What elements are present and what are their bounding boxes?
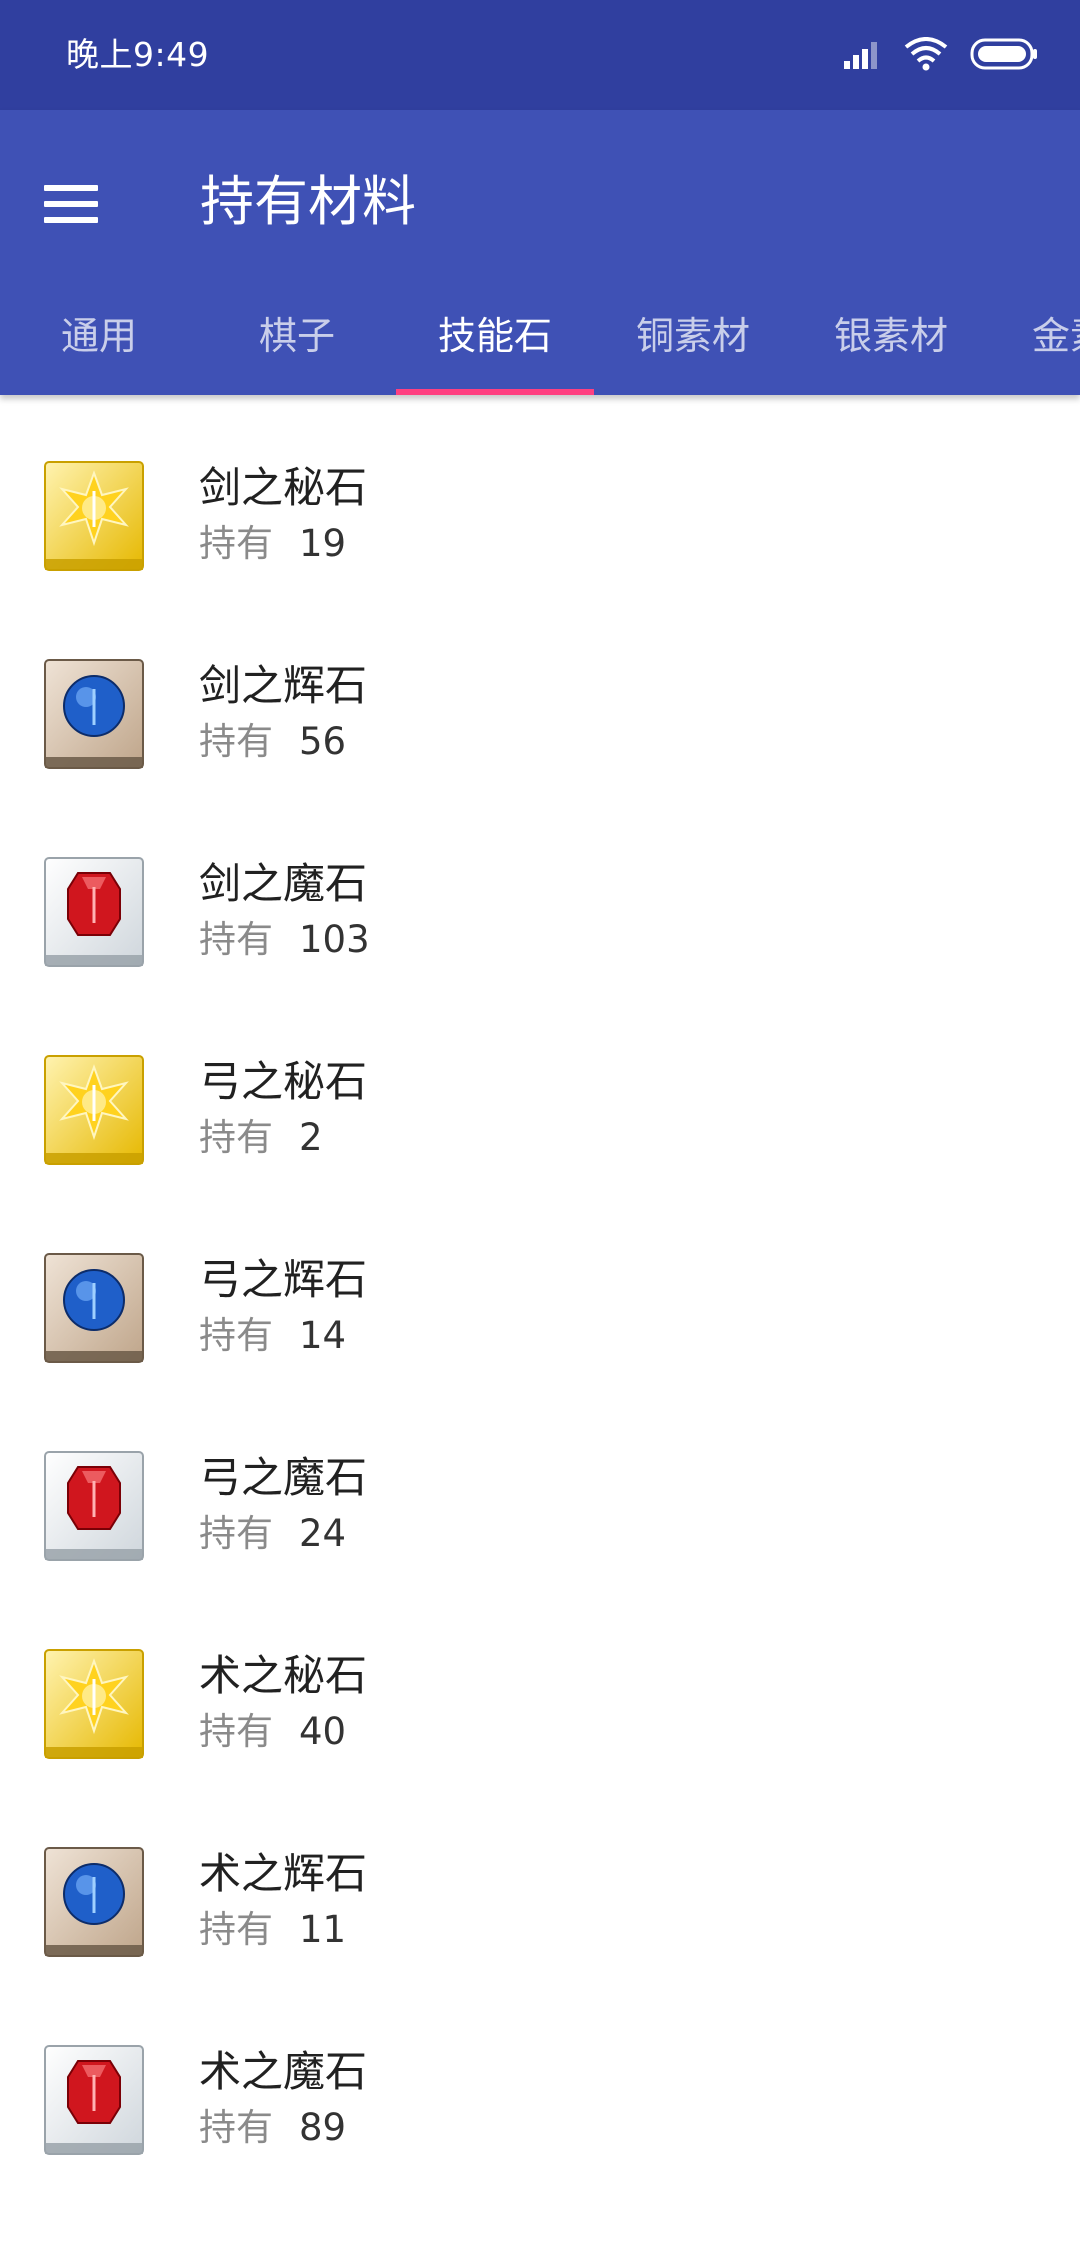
item-name: 术之魔石	[199, 2047, 368, 2096]
item-quantity: 持有 24	[199, 1509, 346, 1559]
list-item[interactable]: 剑之魔石持有 103	[0, 791, 1080, 989]
quantity-label: 持有	[199, 720, 273, 763]
item-name: 剑之魔石	[199, 859, 368, 908]
red-sword-gem-icon	[44, 857, 144, 967]
app-bar: 持有材料 通用 棋子 技能石 铜素材 银素材 金素材	[0, 110, 1080, 395]
quantity-value: 11	[299, 1908, 347, 1951]
item-name: 术之秘石	[199, 1651, 368, 1700]
list-item[interactable]: 弓之魔石持有 24	[0, 1385, 1080, 1583]
item-name: 剑之秘石	[199, 463, 368, 512]
quantity-label: 持有	[199, 1314, 273, 1357]
list-item[interactable]: 剑之秘石持有 19	[0, 395, 1080, 593]
quantity-label: 持有	[199, 1512, 273, 1555]
gold-sword-gem-icon	[44, 461, 144, 571]
list-item[interactable]: 术之秘石持有 40	[0, 1583, 1080, 1781]
quantity-label: 持有	[199, 1908, 273, 1951]
list-item[interactable]: 弓之辉石持有 14	[0, 1187, 1080, 1385]
tab-skill-stones[interactable]: 技能石	[396, 280, 594, 395]
status-icons	[822, 36, 1038, 76]
tab-gold-materials[interactable]: 金素材	[990, 280, 1080, 395]
item-quantity: 持有 89	[199, 2103, 346, 2153]
quantity-value: 56	[299, 720, 347, 763]
tab-general[interactable]: 通用	[0, 280, 198, 395]
tab-bronze-materials[interactable]: 铜素材	[594, 280, 792, 395]
blue-staff-gem-icon	[44, 1847, 144, 1957]
quantity-value: 14	[299, 1314, 347, 1357]
blue-bow-gem-icon	[44, 1253, 144, 1363]
item-name: 弓之辉石	[199, 1255, 368, 1304]
page-title: 持有材料	[200, 170, 416, 233]
quantity-label: 持有	[199, 918, 273, 961]
item-quantity: 持有 19	[199, 519, 346, 569]
status-bar: 晚上9:49	[0, 0, 1080, 110]
material-list: 剑之秘石 持有 19 剑之辉石 持有 56 剑之魔石 持有 103 弓之秘石 持有 2 弓之辉石 持有 14…	[0, 395, 1080, 2177]
gold-bow-gem-icon	[44, 1055, 144, 1165]
item-name: 剑之辉石	[199, 661, 368, 710]
tab-bar: 通用 棋子 技能石 铜素材 银素材 金素材	[0, 280, 1080, 395]
list-item[interactable]: 术之辉石持有 11	[0, 1781, 1080, 1979]
status-time: 晚上9:49	[66, 35, 210, 74]
item-quantity: 持有 14	[199, 1311, 346, 1361]
battery-icon	[970, 38, 1038, 74]
quantity-value: 40	[299, 1710, 347, 1753]
list-item[interactable]: 弓之秘石持有 2	[0, 989, 1080, 1187]
item-name: 术之辉石	[199, 1849, 368, 1898]
gold-staff-gem-icon	[44, 1649, 144, 1759]
blue-sword-gem-icon	[44, 659, 144, 769]
quantity-value: 89	[299, 2106, 347, 2149]
tab-skill-stones-label: 技能石	[437, 314, 552, 358]
item-quantity: 持有 2	[199, 1113, 323, 1163]
item-quantity: 持有 40	[199, 1707, 346, 1757]
menu-button[interactable]	[44, 158, 110, 250]
quantity-value: 103	[299, 918, 370, 961]
red-staff-gem-icon	[44, 2045, 144, 2155]
quantity-label: 持有	[199, 522, 273, 565]
item-quantity: 持有 103	[199, 915, 370, 965]
list-item[interactable]: 术之魔石持有 89	[0, 1979, 1080, 2177]
quantity-label: 持有	[199, 1116, 273, 1159]
menu-icon	[44, 185, 98, 191]
item-name: 弓之秘石	[199, 1057, 368, 1106]
tab-silver-materials[interactable]: 银素材	[792, 280, 990, 395]
quantity-value: 19	[299, 522, 347, 565]
item-quantity: 持有 11	[199, 1905, 346, 1955]
red-bow-gem-icon	[44, 1451, 144, 1561]
quantity-label: 持有	[199, 2106, 273, 2149]
item-quantity: 持有 56	[199, 717, 346, 767]
signal-icon	[844, 39, 882, 73]
quantity-label: 持有	[199, 1710, 273, 1753]
wifi-icon	[904, 37, 948, 75]
item-name: 弓之魔石	[199, 1453, 368, 1502]
quantity-value: 2	[299, 1116, 323, 1159]
quantity-value: 24	[299, 1512, 347, 1555]
list-item[interactable]: 剑之辉石持有 56	[0, 593, 1080, 791]
tab-pieces[interactable]: 棋子	[198, 280, 396, 395]
